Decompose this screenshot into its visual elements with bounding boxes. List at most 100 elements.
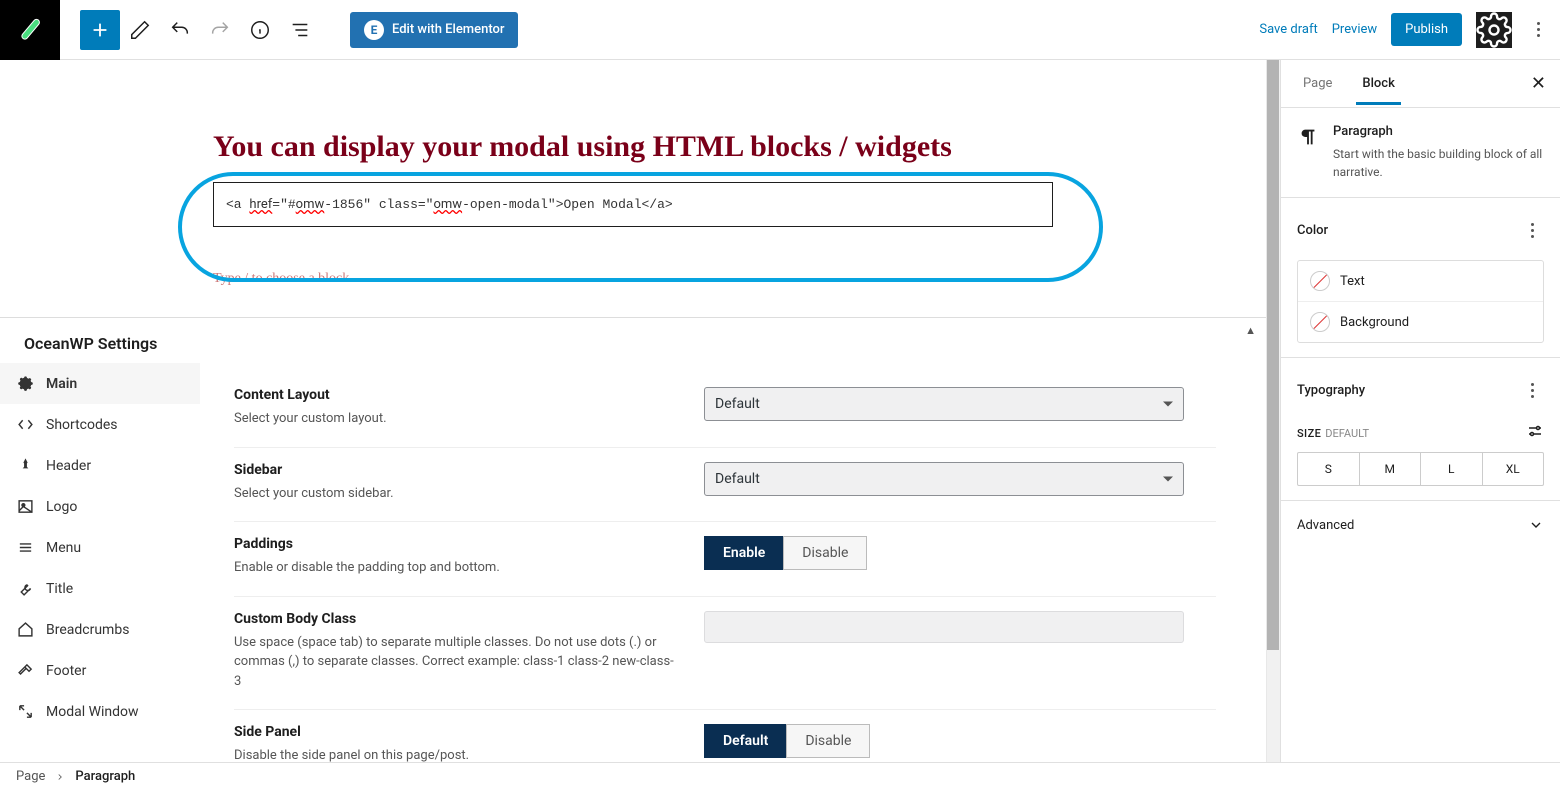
hammer-icon — [17, 662, 34, 679]
toolbar-left: E Edit with Elementor — [60, 10, 518, 50]
size-xl[interactable]: XL — [1482, 453, 1544, 485]
field-paddings: PaddingsEnable or disable the padding to… — [234, 522, 1216, 597]
typography-section: Typography SIZEDEFAULT S M L XL — [1281, 358, 1560, 501]
preview-button[interactable]: Preview — [1332, 22, 1377, 37]
field-label: Side Panel — [234, 724, 674, 740]
add-block-button[interactable] — [80, 10, 120, 50]
size-s[interactable]: S — [1298, 453, 1359, 485]
oceanwp-settings-panel: ▲ OceanWP Settings Main Shortcodes Heade… — [0, 317, 1266, 790]
field-label: Sidebar — [234, 462, 674, 478]
field-content-layout: Content Layout Select your custom layout.… — [234, 373, 1216, 448]
chevron-down-icon — [1528, 517, 1544, 533]
outline-button[interactable] — [280, 10, 320, 50]
color-background-button[interactable]: Background — [1298, 301, 1543, 342]
edit-tool-button[interactable] — [120, 10, 160, 50]
more-options-button[interactable] — [1526, 12, 1550, 48]
info-icon — [249, 19, 271, 41]
info-button[interactable] — [240, 10, 280, 50]
code-icon — [17, 416, 34, 433]
nav-label: Breadcrumbs — [46, 622, 129, 638]
gear-icon — [1476, 12, 1512, 48]
block-name: Paragraph — [1333, 124, 1544, 139]
paddings-disable[interactable]: Disable — [783, 536, 867, 570]
nav-main[interactable]: Main — [0, 363, 200, 404]
side-panel-default[interactable]: Default — [704, 724, 786, 758]
nav-modal-window[interactable]: Modal Window — [0, 691, 200, 732]
elementor-icon: E — [364, 20, 384, 40]
nav-label: Menu — [46, 540, 81, 556]
advanced-section-toggle[interactable]: Advanced — [1281, 501, 1560, 549]
nav-label: Modal Window — [46, 704, 139, 720]
test-tube-icon — [14, 14, 46, 46]
size-l[interactable]: L — [1420, 453, 1482, 485]
oceanwp-content: Content Layout Select your custom layout.… — [200, 363, 1266, 790]
typo-options-button[interactable] — [1520, 372, 1544, 408]
breadcrumb: Page Paragraph — [0, 762, 1560, 790]
block-placeholder[interactable]: Type / to choose a block — [213, 271, 1053, 287]
pencil-icon — [129, 19, 151, 41]
section-title: Color — [1297, 223, 1328, 238]
size-options: S M L XL — [1297, 452, 1544, 486]
chevron-right-icon — [55, 772, 65, 782]
content-layout-select[interactable]: Default — [704, 387, 1184, 421]
top-toolbar: E Edit with Elementor Save draft Preview… — [0, 0, 1560, 60]
field-desc: Select your custom layout. — [234, 409, 674, 429]
scrollbar-track[interactable] — [1266, 60, 1280, 790]
oceanwp-nav: Main Shortcodes Header Logo Menu Title B… — [0, 363, 200, 790]
plus-icon — [89, 19, 111, 41]
undo-button[interactable] — [160, 10, 200, 50]
site-logo[interactable] — [0, 0, 60, 60]
swatch-icon — [1310, 271, 1330, 291]
color-section: Color Text Background — [1281, 198, 1560, 358]
field-desc: Enable or disable the padding top and bo… — [234, 558, 674, 578]
nav-menu[interactable]: Menu — [0, 527, 200, 568]
nav-label: Title — [46, 581, 73, 597]
nav-shortcodes[interactable]: Shortcodes — [0, 404, 200, 445]
tab-page[interactable]: Page — [1297, 63, 1338, 104]
undo-icon — [169, 19, 191, 41]
close-sidebar-button[interactable]: ✕ — [1527, 69, 1550, 98]
scrollbar-thumb[interactable] — [1267, 60, 1279, 650]
color-label: Text — [1340, 274, 1365, 289]
breadcrumb-current[interactable]: Paragraph — [75, 769, 135, 784]
size-m[interactable]: M — [1359, 453, 1421, 485]
paragraph-icon — [1297, 126, 1319, 148]
redo-icon — [209, 19, 231, 41]
sidebar-select[interactable]: Default — [704, 462, 1184, 496]
side-panel-disable[interactable]: Disable — [786, 724, 870, 758]
collapse-panel-button[interactable]: ▲ — [1245, 324, 1256, 337]
html-block[interactable]: <a href="#omw-1856" class="omw-open-moda… — [213, 182, 1053, 227]
field-desc: Use space (space tab) to separate multip… — [234, 633, 674, 692]
publish-button[interactable]: Publish — [1391, 13, 1462, 46]
nav-header[interactable]: Header — [0, 445, 200, 486]
paddings-enable[interactable]: Enable — [704, 536, 783, 570]
body-class-input[interactable] — [704, 611, 1184, 643]
nav-logo[interactable]: Logo — [0, 486, 200, 527]
oceanwp-panel-title: OceanWP Settings — [0, 318, 1266, 363]
wrench-icon — [17, 580, 34, 597]
nav-footer[interactable]: Footer — [0, 650, 200, 691]
nav-label: Main — [46, 376, 77, 392]
editor-column: You can display your modal using HTML bl… — [0, 60, 1280, 790]
editor-canvas[interactable]: You can display your modal using HTML bl… — [0, 60, 1266, 317]
redo-button[interactable] — [200, 10, 240, 50]
save-draft-button[interactable]: Save draft — [1259, 22, 1317, 37]
nav-title[interactable]: Title — [0, 568, 200, 609]
tab-block[interactable]: Block — [1356, 63, 1400, 105]
page-title[interactable]: You can display your modal using HTML bl… — [213, 130, 1053, 164]
size-custom-button[interactable] — [1526, 422, 1544, 444]
color-text-button[interactable]: Text — [1298, 261, 1543, 301]
nav-label: Logo — [46, 499, 77, 515]
breadcrumb-root[interactable]: Page — [16, 769, 45, 784]
field-label: Content Layout — [234, 387, 674, 403]
color-options-button[interactable] — [1520, 212, 1544, 248]
dots-vertical-icon — [1531, 383, 1534, 398]
field-desc: Select your custom sidebar. — [234, 484, 674, 504]
settings-toggle-button[interactable] — [1476, 12, 1512, 48]
sliders-icon — [1526, 422, 1544, 440]
edit-with-elementor-button[interactable]: E Edit with Elementor — [350, 12, 518, 48]
nav-breadcrumbs[interactable]: Breadcrumbs — [0, 609, 200, 650]
size-default: DEFAULT — [1325, 427, 1369, 440]
side-panel-toggle: DefaultDisable — [704, 724, 870, 758]
pin-icon — [17, 457, 34, 474]
